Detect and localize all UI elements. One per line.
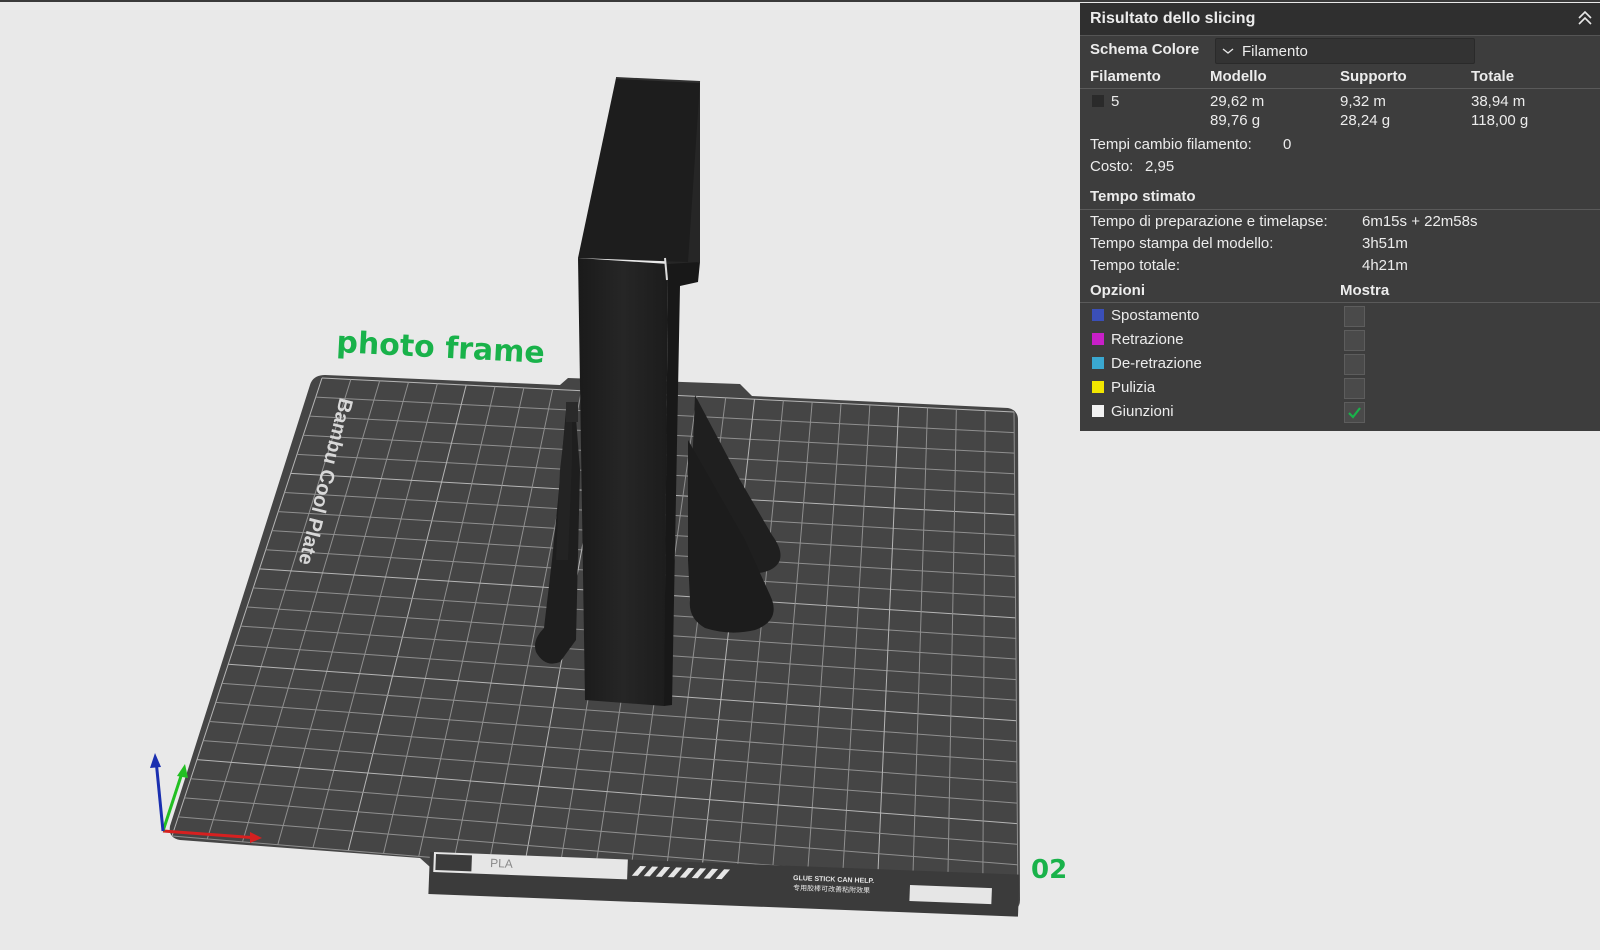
color-scheme-value: Filamento [1242,43,1308,60]
col-header-filament: Filamento [1090,68,1161,85]
axis-z [154,759,165,832]
options-divider [1080,302,1600,303]
show-header: Mostra [1340,282,1390,299]
filament-id: 5 [1111,93,1120,110]
total-weight: 118,00 g [1471,112,1529,129]
support-weight: 28,24 g [1340,112,1391,129]
seams-swatch [1092,405,1104,417]
seams-checkbox[interactable] [1344,402,1365,423]
col-header-support: Supporto [1340,68,1407,85]
support-length: 9,32 m [1340,93,1386,110]
option-label: Retrazione [1111,331,1184,348]
plate-number-label[interactable]: 02 [1031,855,1067,885]
axis-z-arrow [150,753,161,768]
cost-value: 2,95 [1145,158,1175,175]
small-block [566,402,578,422]
plate-qr-icon [435,853,472,872]
estimated-time-title: Tempo stimato [1090,188,1196,205]
deretraction-swatch [1092,357,1104,369]
prep-time-value: 6m15s + 22m58s [1362,213,1478,230]
prep-time-label: Tempo di preparazione e timelapse: [1090,213,1328,230]
panel-header[interactable]: Risultato dello slicing [1080,3,1600,36]
frame-front-face [578,258,668,706]
time-divider [1080,209,1600,210]
chevron-down-icon [1222,48,1234,54]
object-name-label[interactable]: photo frame [336,325,546,371]
option-label: Spostamento [1111,307,1200,324]
col-header-model: Modello [1210,68,1267,85]
model-length: 29,62 m [1210,93,1265,110]
travel-swatch [1092,309,1104,321]
wipe-checkbox[interactable] [1344,378,1365,399]
model-time-value: 3h51m [1362,235,1408,252]
plate-notch-box [909,885,992,905]
header-divider [1080,88,1600,89]
filament-changes-value: 0 [1283,136,1292,153]
model-weight: 89,76 g [1210,112,1261,129]
option-label: Pulizia [1111,379,1156,396]
filament-swatch [1092,95,1104,107]
cost-label: Costo: [1090,158,1134,175]
travel-checkbox[interactable] [1344,306,1365,327]
slicing-result-panel: Risultato dello slicing Schema Colore Fi… [1080,3,1600,431]
frame-top-face [578,78,700,262]
option-label: De-retrazione [1111,355,1202,372]
total-time-value: 4h21m [1362,257,1408,274]
options-header: Opzioni [1090,282,1145,299]
plate-strip-text: PLA [490,856,513,871]
checkmark-icon [1348,407,1361,419]
wipe-swatch [1092,381,1104,393]
collapse-icon[interactable] [1576,8,1594,28]
color-scheme-select[interactable]: Filamento [1215,38,1475,64]
filament-changes-label: Tempi cambio filamento: [1090,136,1252,153]
col-header-total: Totale [1471,68,1515,85]
axis-y-arrow [177,764,188,778]
option-label: Giunzioni [1111,403,1174,420]
panel-title: Risultato dello slicing [1090,10,1256,27]
retraction-swatch [1092,333,1104,345]
retraction-checkbox[interactable] [1344,330,1365,351]
color-scheme-label: Schema Colore [1090,41,1200,58]
total-length: 38,94 m [1471,93,1526,110]
total-time-label: Tempo totale: [1090,257,1181,274]
model-time-label: Tempo stampa del modello: [1090,235,1274,252]
deretraction-checkbox[interactable] [1344,354,1365,375]
